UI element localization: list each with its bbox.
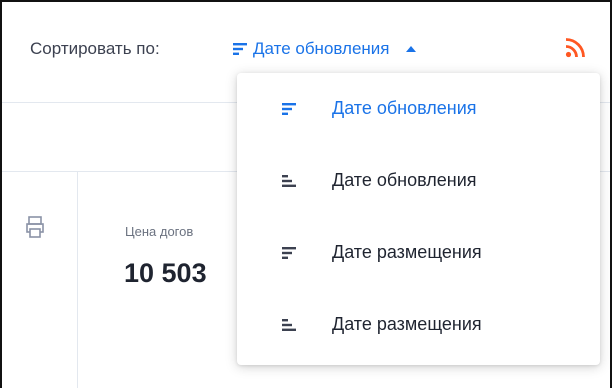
sort-dropdown: Дате обновления Дате обновления Дате раз… bbox=[237, 73, 600, 365]
sort-option[interactable]: Дате обновления bbox=[237, 79, 600, 139]
sort-current-label: Дате обновления bbox=[253, 39, 390, 58]
caret-up-icon bbox=[405, 46, 416, 52]
sort-option-label: Дате размещения bbox=[332, 242, 482, 262]
print-icon[interactable] bbox=[26, 216, 44, 238]
sort-option[interactable]: Дате размещения bbox=[237, 295, 600, 355]
card-divider bbox=[77, 172, 78, 388]
sort-selector[interactable]: Дате обновления bbox=[233, 39, 416, 59]
sort-label: Сортировать по: bbox=[30, 39, 160, 58]
price-value: 10 503 bbox=[124, 258, 207, 288]
sort-desc-icon bbox=[282, 103, 296, 115]
sort-asc-icon bbox=[282, 175, 296, 187]
sort-option[interactable]: Дате размещения bbox=[237, 223, 600, 283]
price-label: Цена догов bbox=[125, 224, 194, 239]
sort-option-label: Дате размещения bbox=[332, 314, 482, 334]
sort-option-label: Дате обновления bbox=[332, 170, 477, 190]
sort-desc-icon bbox=[233, 43, 247, 55]
rss-icon[interactable] bbox=[565, 38, 585, 58]
sort-option[interactable]: Дате обновления bbox=[237, 151, 600, 211]
sort-desc-icon bbox=[282, 247, 296, 259]
window-frame: Сортировать по: Дате обновления Цена дог… bbox=[0, 0, 612, 388]
sort-option-label: Дате обновления bbox=[332, 98, 477, 118]
sort-asc-icon bbox=[282, 319, 296, 331]
